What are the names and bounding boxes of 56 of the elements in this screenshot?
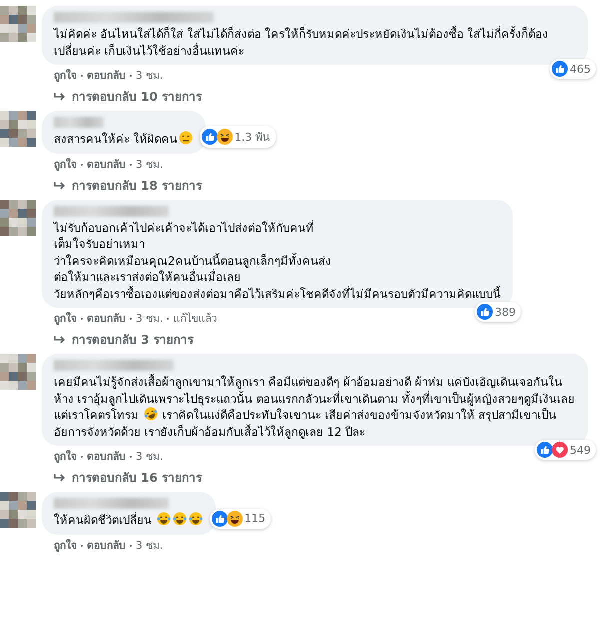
comment-text: ไม่รับก้อบอกเค้าไปค่ะเค้าจะได้เอาไปส่งต่อให้กับคนที่ เต็มใจรับอย่าเหมา ว่าใครจะคิดเหมือนคุณ2คนบ้านนี้ตอนลูกเล็กๆมีทั้งคนส่ง ต่อให้มาและเราส่งต่อให้คนอื่นเมื่อเลย วัยหลักๆคือเราซื้อเองแต่ของส่งต่อมาคือไว้เสริมค่ะโชคดีจังที่ไม่มีคนรอบตัวมีความคิดแบบนี้ <box>54 220 501 302</box>
avatar-icon <box>0 354 36 390</box>
like-icon <box>477 304 493 320</box>
laughing-tears-face-icon <box>188 512 203 526</box>
comment-time: 3 ชม. <box>136 450 164 464</box>
view-replies-link[interactable]: การตอบกลับ 18 รายการ <box>42 172 202 194</box>
reaction-pill[interactable]: 549 <box>535 440 596 460</box>
avatar-icon <box>0 6 36 42</box>
reaction-count: 1.3 พัน <box>234 130 271 146</box>
laughing-tears-face-icon <box>156 512 171 526</box>
like-icon <box>212 510 228 526</box>
reaction-pill[interactable]: 1.3 พัน <box>200 126 276 148</box>
like-icon <box>202 128 218 144</box>
reply-link[interactable]: ตอบกลับ <box>87 450 126 464</box>
avatar-icon <box>0 200 36 236</box>
reply-link[interactable]: ตอบกลับ <box>87 69 126 83</box>
view-replies-link[interactable]: การตอบกลับ 3 รายการ <box>42 326 194 348</box>
like-link[interactable]: ถูกใจ <box>54 158 77 172</box>
reaction-count: 465 <box>570 62 591 76</box>
comment-text: ไม่คิดค่ะ อันไหนใส่ได้ก็ใส่ ใส่ไม่ได้ก็ส่งต่อ ใครให้ก็รับหมดค่ะประหยัดเงินไม่ต้องซื้อ ใส่ไม่กี่ครั้งก็ต้องเปลี่ยนค่ะ เก็บเงินไว้ใช้อย่างอื่นแทนค่ะ <box>54 26 550 59</box>
view-replies-link[interactable]: การตอบกลับ 16 รายการ <box>42 464 202 486</box>
reaction-count: 549 <box>570 444 591 456</box>
laughing-tears-face-icon <box>172 512 187 526</box>
reply-arrow-icon <box>54 473 66 483</box>
like-icon <box>537 442 553 458</box>
view-replies-link[interactable]: การตอบกลับ 10 รายการ <box>42 83 202 105</box>
comment-time: 3 ชม. <box>136 538 164 552</box>
comment-text: เคยมีคนไม่รู้จักส่งเสื้อผ้าลูกเขามาให้ลูกเรา คือมีแต่ของดีๆ ผ้าอ้อมอย่างดี ผ้าห่ม แค่บังเอิญเดินเจอกันในห้าง เราอุ้มลูกไปเดินเพราะไปธุระแถวนั้น ตอนแรกกลัวนะที่เขาเดินตาม ทั้งๆที่เขาเป็นผู้หญิงสวยๆดูมีเงินเลย แต่เราโคตรโทรม เราคิดในแง่ดีคือประทับใจเขานะ เสียค่าส่งของข้ามจังหวัดมาให้ สรุปสามีเขาเป็นอัยการจังหวัดด้วย เรายังเก็บผ้าอ้อมกับเสื้อไว้ให้ลูกดูเลย 12 ปีละ <box>54 374 576 440</box>
reaction-pill[interactable]: 115 <box>210 508 271 528</box>
like-link[interactable]: ถูกใจ <box>54 312 77 326</box>
avatar-icon <box>0 492 36 528</box>
like-link[interactable]: ถูกใจ <box>54 69 77 83</box>
reply-arrow-icon <box>54 335 66 345</box>
comment-text: ให้คนผิดชีวิตเปลี่ยน <box>54 512 204 528</box>
laughing-icon <box>226 510 243 526</box>
comment-time: 3 ชม. <box>136 69 164 83</box>
reaction-count: 389 <box>495 306 516 318</box>
redacted-name <box>54 117 104 128</box>
reaction-pill[interactable]: 465 <box>550 59 596 79</box>
like-link[interactable]: ถูกใจ <box>54 450 77 464</box>
reply-arrow-icon <box>54 92 66 102</box>
unamused-face-icon <box>178 131 193 145</box>
like-link[interactable]: ถูกใจ <box>54 538 77 552</box>
avatar-icon <box>0 111 36 147</box>
like-icon <box>552 61 568 77</box>
comment-time: 3 ชม. <box>136 158 164 172</box>
laughing-icon <box>216 128 233 144</box>
reply-link[interactable]: ตอบกลับ <box>87 158 126 172</box>
comment-text: สงสารคนให้ค่ะ ให้ผิดคน <box>54 131 194 148</box>
edited-label: แก้ไขแล้ว <box>173 312 218 326</box>
reply-link[interactable]: ตอบกลับ <box>87 538 126 552</box>
reaction-pill[interactable]: 389 <box>475 302 521 322</box>
reaction-count: 115 <box>244 512 266 525</box>
reply-arrow-icon <box>54 180 66 190</box>
reply-link[interactable]: ตอบกลับ <box>87 312 126 326</box>
comment-time: 3 ชม. <box>136 312 164 326</box>
